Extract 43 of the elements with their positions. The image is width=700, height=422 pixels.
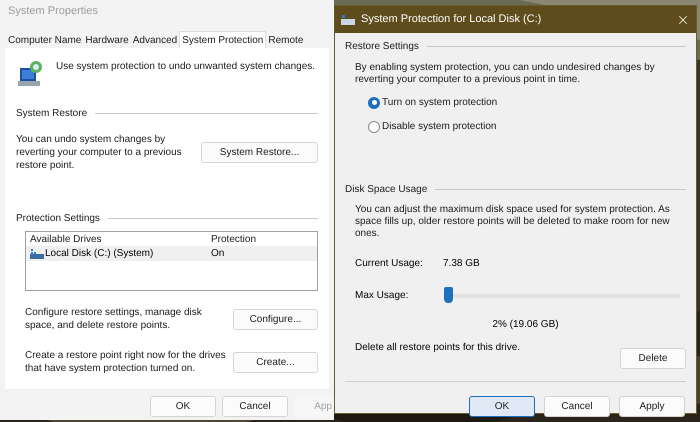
cancel-button[interactable]: Cancel — [222, 396, 288, 417]
tab[interactable]: Hardware — [83, 33, 131, 48]
tab[interactable]: Computer Name — [6, 33, 84, 48]
table-cell-text: Local Disk (C:) (System) — [45, 247, 154, 261]
slider-thumb[interactable] — [444, 286, 453, 302]
current-usage-value: 7.38 GB — [443, 257, 480, 271]
window-title: System Protection for Local Disk (C:) — [361, 12, 542, 28]
table-cell-text: On — [211, 247, 224, 261]
max-usage-label: Max Usage: — [355, 289, 410, 303]
drive-icon — [341, 14, 355, 25]
ok-button[interactable]: OK — [150, 396, 216, 417]
configure-text: Configure restore settings, manage disk space, and delete restore points. — [25, 306, 203, 332]
radio-label: Turn on system protection — [382, 96, 498, 110]
section-heading: Restore Settings — [345, 40, 419, 54]
delete-button[interactable]: Delete — [620, 348, 686, 369]
create-button[interactable]: Create... — [232, 352, 318, 372]
restore-description: By enabling system protection, you can undo undesired changes by reverting your computer to a previous point in time. — [355, 62, 655, 86]
tab[interactable]: Advanced — [130, 33, 180, 48]
radio-label: Disable system protection — [382, 120, 496, 134]
configure-button[interactable]: Configure... — [232, 308, 318, 330]
intro-text: Use system protection to undo unwanted system changes. — [56, 60, 316, 74]
section-heading: Disk Space Usage — [345, 183, 428, 197]
current-usage-label: Current Usage: — [355, 257, 424, 271]
system-restore-text: You can undo system changes by reverting your computer to a previous restore point. — [16, 133, 183, 172]
delete-text: Delete all restore points for this drive. — [355, 341, 520, 355]
section-heading: Protection Settings — [16, 212, 100, 226]
section-heading: System Restore — [16, 107, 88, 121]
tab[interactable]: Remote — [266, 33, 306, 48]
system-restore-button[interactable]: System Restore... — [201, 142, 318, 163]
dialog-button[interactable]: Apply — [619, 396, 685, 417]
drive-row[interactable]: Local Disk (C:) (System) On — [26, 246, 317, 261]
window-title: System Properties — [8, 4, 98, 19]
column-header: Available Drives — [30, 232, 103, 246]
dialog-button[interactable]: Cancel — [544, 396, 610, 417]
radio-button[interactable] — [368, 120, 380, 132]
dialog-button[interactable]: OK — [469, 396, 535, 417]
create-text: Create a restore point right now for the drives that have system protection turned on. — [25, 349, 227, 375]
tab[interactable]: System Protection — [179, 31, 266, 48]
radio-button[interactable] — [368, 96, 380, 108]
column-header: Protection — [211, 232, 256, 246]
disk-space-description: You can adjust the maximum disk space used for system protection. As space fills up, older restore points will be deleted to make room for new ones. — [355, 204, 671, 240]
max-usage-reading: 2% (19.06 GB) — [492, 318, 559, 332]
drive-icon — [30, 248, 44, 258]
